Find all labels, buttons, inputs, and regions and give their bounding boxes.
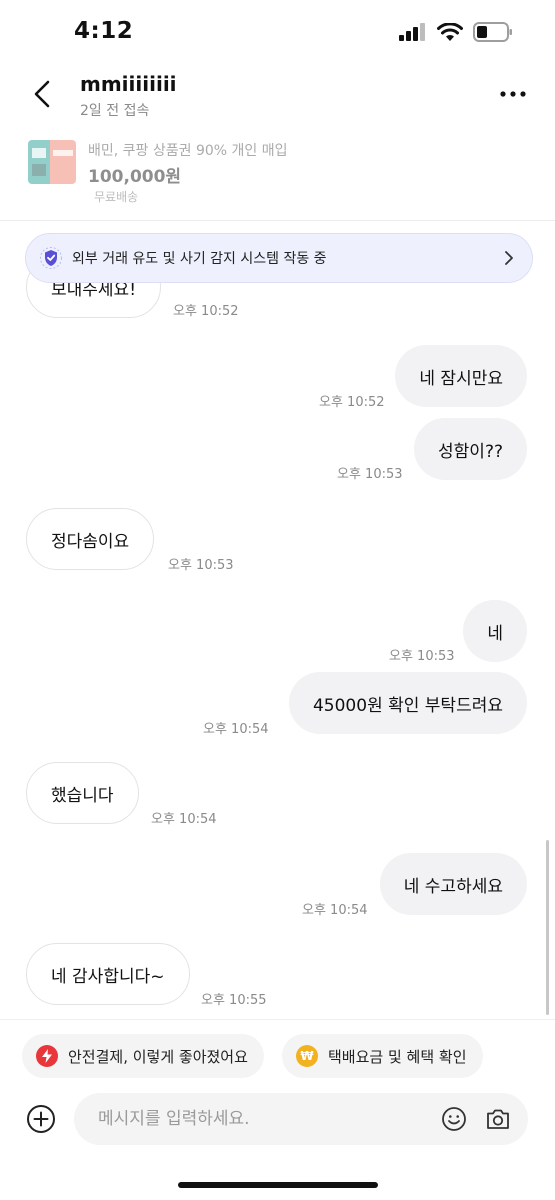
- chip-label: 안전결제, 이렇게 좋아졌어요: [68, 1047, 248, 1066]
- more-options-button[interactable]: [493, 76, 533, 112]
- product-thumbnail: [28, 140, 76, 184]
- chat-partner-name[interactable]: mmiiiiiiii: [80, 72, 177, 96]
- message-bubble-outgoing[interactable]: 네 잠시만요: [395, 345, 527, 407]
- camera-icon: [487, 1109, 509, 1129]
- fraud-detection-banner[interactable]: 외부 거래 유도 및 사기 감지 시스템 작동 중: [25, 233, 533, 283]
- wifi-icon: [437, 22, 463, 41]
- status-time: 4:12: [74, 18, 134, 44]
- status-bar: 4:12: [0, 0, 555, 64]
- message-bubble-outgoing[interactable]: 네 수고하세요: [379, 853, 527, 915]
- message-input[interactable]: [98, 1093, 428, 1145]
- divider: [0, 1019, 555, 1020]
- message-bubble-incoming[interactable]: 했습니다: [26, 762, 139, 824]
- message-text: 성함이??: [438, 441, 503, 462]
- smiley-icon: [442, 1107, 466, 1131]
- add-attachment-button[interactable]: [26, 1104, 56, 1134]
- message-text: 네 수고하세요: [403, 876, 503, 897]
- message-text: 네 잠시만요: [419, 368, 503, 389]
- shield-check-icon: [40, 247, 62, 269]
- cellular-signal-icon: [399, 23, 425, 41]
- last-seen-status: 2일 전 접속: [80, 103, 150, 119]
- message-text: 했습니다: [51, 785, 114, 806]
- message-text: 45000원 확인 부탁드려요: [312, 695, 503, 716]
- home-indicator: [178, 1182, 378, 1188]
- product-price: 100,000원: [88, 167, 182, 187]
- message-text: 네: [487, 623, 503, 644]
- chip-label: 택배요금 및 혜택 확인: [328, 1047, 467, 1066]
- won-coin-icon: ₩: [296, 1045, 318, 1067]
- message-text: 정다솜이요: [51, 531, 130, 552]
- message-bubble-outgoing[interactable]: 성함이??: [414, 418, 527, 480]
- message-time: 오후 10:54: [203, 722, 269, 737]
- emoji-button[interactable]: [441, 1106, 467, 1132]
- message-time: 오후 10:53: [337, 467, 403, 482]
- message-time: 오후 10:54: [302, 903, 368, 918]
- lightning-icon: [36, 1045, 58, 1067]
- message-list[interactable]: 보내주세요! 오후 10:52 네 잠시만요 오후 10:52 성함이?? 오후…: [0, 221, 555, 1019]
- status-icons: [399, 22, 513, 42]
- chevron-left-icon: [34, 80, 50, 108]
- camera-button[interactable]: [485, 1106, 511, 1132]
- message-time: 오후 10:53: [389, 649, 455, 664]
- battery-icon: [473, 22, 512, 42]
- chevron-right-icon: [505, 251, 513, 265]
- message-time: 오후 10:53: [168, 558, 234, 573]
- shipping-fee-chip[interactable]: ₩ 택배요금 및 혜택 확인: [282, 1034, 483, 1078]
- message-time: 오후 10:52: [319, 395, 385, 410]
- safe-payment-chip[interactable]: 안전결제, 이렇게 좋아졌어요: [22, 1034, 264, 1078]
- message-bubble-outgoing[interactable]: 45000원 확인 부탁드려요: [288, 672, 527, 734]
- message-time: 오후 10:55: [201, 993, 267, 1008]
- shipping-label: 무료배송: [94, 190, 139, 204]
- scrollbar[interactable]: [546, 840, 549, 1015]
- plus-circle-icon: [27, 1105, 55, 1133]
- message-time: 오후 10:52: [173, 304, 239, 319]
- fraud-banner-text: 외부 거래 유도 및 사기 감지 시스템 작동 중: [72, 251, 327, 267]
- message-bubble-incoming[interactable]: 네 감사합니다~: [26, 943, 190, 1005]
- back-button[interactable]: [22, 74, 62, 114]
- message-bubble-incoming[interactable]: 정다솜이요: [26, 508, 155, 570]
- chat-header: mmiiiiiiii 2일 전 접속: [0, 64, 555, 128]
- message-bubble-outgoing[interactable]: 네: [463, 600, 527, 662]
- more-horizontal-icon: [500, 91, 526, 97]
- message-text: 네 감사합니다~: [51, 966, 165, 987]
- product-summary[interactable]: 배민, 쿠팡 상품권 90% 개인 매입 100,000원 무료배송: [0, 128, 555, 220]
- product-title: 배민, 쿠팡 상품권 90% 개인 매입: [88, 143, 288, 159]
- message-time: 오후 10:54: [151, 812, 217, 827]
